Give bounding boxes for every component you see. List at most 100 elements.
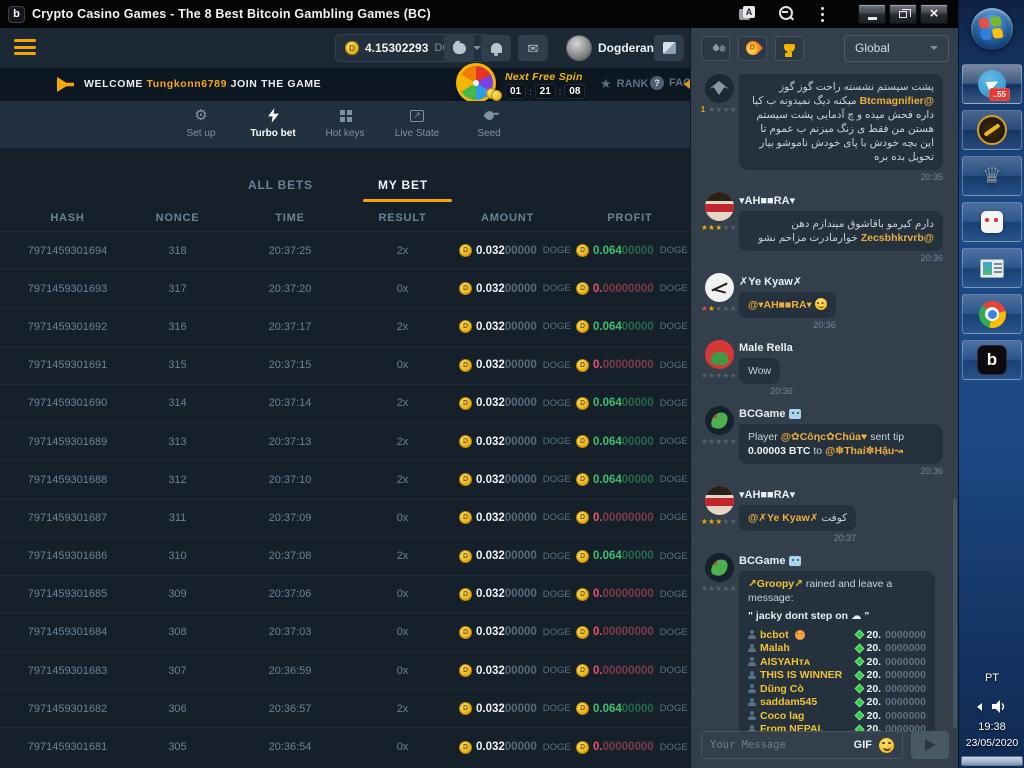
bets-table: HASH NONCE TIME RESULT AMOUNT PROFIT 797… [0, 205, 690, 768]
bet-nonce: 308 [135, 626, 220, 638]
message-username[interactable]: Male Rella [739, 342, 793, 354]
window-app-icon [980, 259, 1004, 278]
avatar[interactable] [705, 406, 734, 435]
bet-time: 20:37:14 [220, 397, 360, 409]
language-indicator[interactable]: PT [959, 672, 1024, 684]
user-mention[interactable]: @✿Côηc✿Chúa♥ [781, 431, 868, 443]
dice-bot-icon [981, 211, 1003, 233]
close-button[interactable]: × [920, 4, 948, 24]
emoji-button[interactable] [879, 738, 894, 753]
table-row: 7971459301683 307 20:36:59 0x D 0.032000… [0, 651, 690, 689]
timestamp: 20:36 [739, 386, 793, 396]
telegram-badge: ..55 [989, 88, 1010, 101]
avatar[interactable] [705, 486, 734, 515]
taskbar-conquer-game[interactable] [962, 110, 1022, 150]
zoom-out-icon[interactable] [777, 5, 795, 23]
seed-icon [483, 109, 496, 122]
taskbar-window-app[interactable] [962, 248, 1022, 288]
fireball-button[interactable]: D [738, 36, 767, 61]
rank-stars: 1 ★★★★ [701, 105, 737, 114]
rain-button[interactable] [701, 36, 730, 61]
bet-hash: 7971459301681 [0, 741, 135, 753]
bet-time: 20:37:03 [220, 626, 360, 638]
taskbar-telegram[interactable]: ..55 [962, 64, 1022, 104]
message-username[interactable]: BCGame [739, 408, 943, 420]
table-row: 7971459301693 317 20:37:20 0x D 0.032000… [0, 269, 690, 307]
rain-icon [711, 44, 719, 52]
timestamp: 20:37 [739, 533, 856, 543]
chat-panel: D Global 1 ★★★★ پشت سیستم نشسته راحت گوز… [690, 28, 958, 768]
restore-button[interactable] [889, 4, 917, 24]
table-header: HASH NONCE TIME RESULT AMOUNT PROFIT [0, 205, 690, 231]
message-username[interactable]: ✗Ye Kyaw✗ [739, 275, 836, 288]
bet-result: 0x [360, 741, 445, 753]
profile-menu[interactable]: Dogderan [566, 35, 668, 61]
start-button[interactable] [971, 8, 1013, 50]
megaphone-icon [57, 77, 74, 92]
avatar[interactable] [705, 273, 734, 302]
table-row: 7971459301685 309 20:37:06 0x D 0.032000… [0, 575, 690, 613]
message-username[interactable]: ▾AH■■RA▾ [739, 194, 943, 207]
bet-nonce: 312 [135, 474, 220, 486]
messages-button[interactable]: ✉ [518, 35, 548, 61]
menu-kebab-icon[interactable] [817, 7, 828, 22]
chat-scrollbar-thumb[interactable] [953, 498, 957, 728]
telegram-icon: ..55 [978, 70, 1006, 98]
taskbar-bcgame[interactable]: b [962, 340, 1022, 380]
tab-my-bet[interactable]: MY BET [378, 178, 428, 192]
wallet-button[interactable] [444, 35, 474, 61]
rank-link[interactable]: ★RANK [600, 76, 648, 92]
avatar[interactable] [705, 192, 734, 221]
table-row: 7971459301690 314 20:37:14 2x D 0.032000… [0, 384, 690, 422]
chat-panel-icon [663, 42, 676, 54]
tab-hot-keys[interactable]: Hot keys [316, 107, 374, 148]
bet-time: 20:36:59 [220, 665, 360, 677]
message-input[interactable] [710, 739, 847, 751]
lightning-icon [268, 107, 279, 124]
doge-coin-icon: D [459, 550, 472, 563]
hamburger-menu-icon[interactable] [14, 39, 36, 59]
bet-profit: D 0.00000000 DOGE [570, 664, 690, 677]
channel-select[interactable]: Global [844, 35, 949, 62]
taskbar-chrome[interactable] [962, 294, 1022, 334]
avatar[interactable] [705, 74, 734, 103]
message-username[interactable]: ▾AH■■RA▾ [739, 488, 856, 501]
chat-toggle-button[interactable] [654, 35, 684, 61]
user-mention[interactable]: @✽Thaí✽Hậu↝ [825, 445, 903, 457]
rain-sender[interactable]: ↗Groopy↗ [748, 578, 803, 590]
user-mention[interactable]: @Btcmagnifier [860, 95, 934, 107]
recipient-name: THIS IS WINNER [760, 668, 842, 682]
message-username[interactable]: BCGame [739, 555, 935, 567]
clock-time[interactable]: 19:38 [959, 721, 1024, 733]
tab-live-state[interactable]: ↗ Live State [388, 107, 446, 148]
send-button[interactable] [911, 731, 949, 759]
tab-all-bets[interactable]: ALL BETS [248, 178, 313, 192]
avatar[interactable] [705, 553, 734, 582]
trophy-button[interactable] [775, 36, 804, 61]
speaker-icon[interactable] [992, 700, 1007, 713]
window-title: Crypto Casino Games - The 8 Best Bitcoin… [32, 7, 431, 21]
minimize-button[interactable] [858, 4, 886, 24]
taskbar-dice-app[interactable] [962, 202, 1022, 242]
bet-nonce: 317 [135, 283, 220, 295]
tab-seed[interactable]: Seed [460, 107, 518, 148]
show-hidden-icons[interactable] [977, 703, 982, 711]
clock-date[interactable]: 23/05/2020 [959, 737, 1024, 749]
taskbar-crown-app[interactable]: ♛ [962, 156, 1022, 196]
avatar[interactable] [705, 340, 734, 369]
bell-icon [491, 43, 502, 53]
show-desktop-button[interactable] [961, 756, 1023, 766]
tab-turbo-bet[interactable]: Turbo bet [244, 107, 302, 148]
user-mention[interactable]: @▾AH■■RA▾ [748, 299, 812, 311]
doge-coin-icon: D [576, 397, 589, 410]
bet-nonce: 310 [135, 550, 220, 562]
tab-setup[interactable]: ⚙ Set up [172, 107, 230, 148]
gif-button[interactable]: GIF [854, 739, 872, 751]
robot-icon [789, 409, 801, 419]
doge-coin-icon: D [576, 664, 589, 677]
translate-icon[interactable]: A [739, 6, 755, 22]
user-mention[interactable]: @Zecsbhkrvrb [861, 232, 934, 244]
user-mention[interactable]: @✗Ye Kyaw✗ [748, 512, 818, 524]
chevron-down-icon [473, 46, 481, 50]
notifications-button[interactable] [481, 35, 511, 61]
